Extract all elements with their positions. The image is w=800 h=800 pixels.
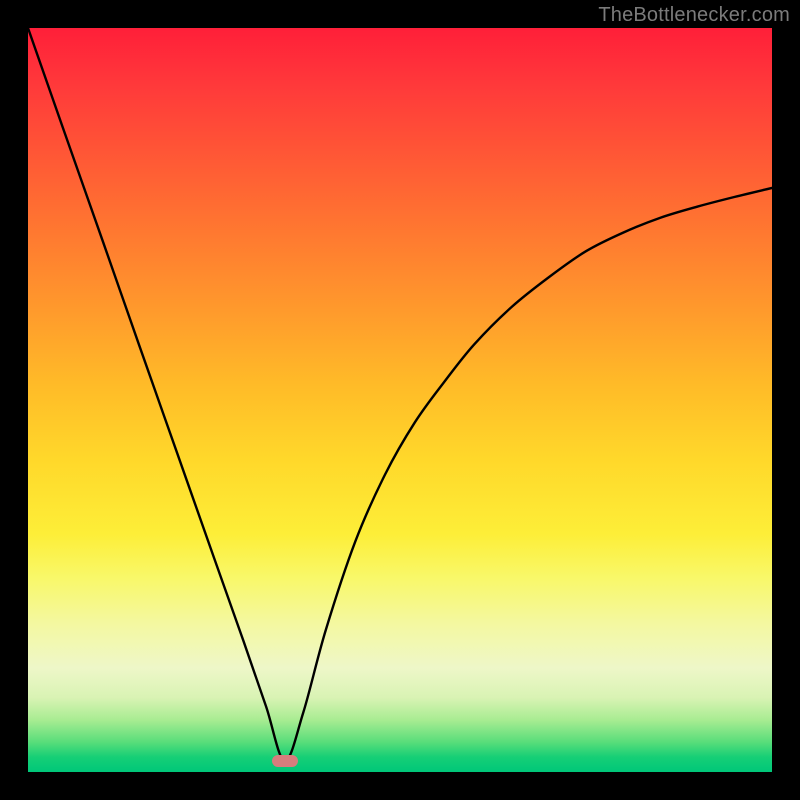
curve-layer (28, 28, 772, 772)
chart-frame: TheBottlenecker.com (0, 0, 800, 800)
watermark-text: TheBottlenecker.com (598, 4, 790, 27)
bottleneck-curve (28, 28, 772, 761)
plot-area (28, 28, 772, 772)
minimum-marker (272, 755, 298, 767)
